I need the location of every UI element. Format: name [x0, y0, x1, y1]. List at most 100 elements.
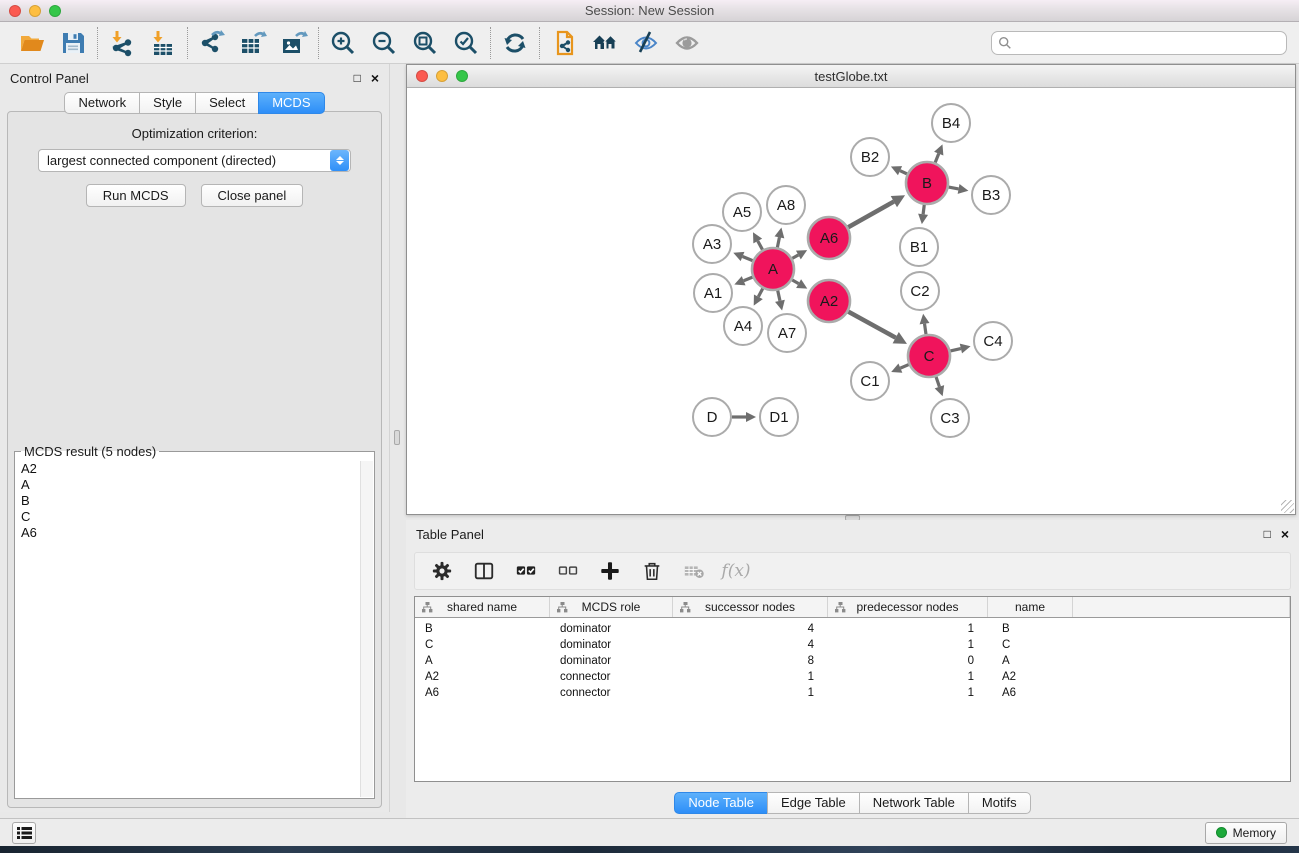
graph-node-label: A: [768, 261, 778, 278]
graph-edge-A-A3[interactable]: [743, 257, 753, 261]
close-panel-button[interactable]: Close panel: [201, 184, 304, 207]
memory-button[interactable]: Memory: [1205, 822, 1287, 844]
result-item[interactable]: B: [21, 493, 360, 509]
graph-node-label: B4: [942, 115, 960, 132]
result-scrollbar[interactable]: [360, 461, 373, 797]
column-type-icon: [680, 602, 691, 613]
desktop-wallpaper-strip: [0, 846, 1299, 853]
table-row[interactable]: A2connector11A2: [415, 669, 1290, 685]
graph-edge-C-C3[interactable]: [936, 377, 939, 387]
table-settings-gear-icon[interactable]: [429, 558, 455, 584]
open-folder-icon[interactable]: [16, 27, 48, 59]
tab-edge-table[interactable]: Edge Table: [767, 792, 860, 814]
graph-node-label: A1: [704, 285, 722, 302]
table-row[interactable]: Adominator80A: [415, 653, 1290, 669]
graph-edge-A2-C[interactable]: [848, 312, 895, 338]
network-view-window: testGlobe.txt B4B2BB3A5A8A6A3AB1A1C2A2A4…: [406, 64, 1296, 515]
graph-edge-B-B1[interactable]: [923, 205, 924, 214]
graph-node-label: C1: [860, 373, 879, 390]
show-column-icon[interactable]: [471, 558, 497, 584]
zoom-out-icon[interactable]: [368, 27, 400, 59]
close-panel-icon[interactable]: ×: [371, 71, 379, 85]
table-toolbar: f(x): [414, 552, 1291, 590]
zoom-in-icon[interactable]: [327, 27, 359, 59]
tab-network[interactable]: Network: [64, 92, 140, 114]
table-row[interactable]: Cdominator41C: [415, 637, 1290, 653]
import-table-icon[interactable]: [147, 27, 179, 59]
table-row[interactable]: Bdominator41B: [415, 621, 1290, 637]
graph-edge-A-A7[interactable]: [778, 290, 780, 300]
tab-node-table[interactable]: Node Table: [674, 792, 768, 814]
graph-edge-C-C4[interactable]: [950, 349, 960, 351]
graph-edge-B-B4[interactable]: [935, 154, 939, 163]
graph-node-label: A8: [777, 197, 795, 214]
export-table-icon[interactable]: [237, 27, 269, 59]
column-header-mcds-role[interactable]: MCDS role: [550, 597, 673, 617]
zoom-selected-icon[interactable]: [450, 27, 482, 59]
graph-node-label: C4: [983, 333, 1002, 350]
graph-edge-A-A5[interactable]: [758, 241, 763, 250]
vertical-splitter-grip[interactable]: [394, 430, 400, 445]
graph-edge-B-B3[interactable]: [949, 187, 959, 189]
delete-table-icon[interactable]: [681, 558, 707, 584]
result-item[interactable]: C: [21, 509, 360, 525]
zoom-fit-icon[interactable]: [409, 27, 441, 59]
new-network-from-selection-icon[interactable]: [548, 27, 580, 59]
search-input[interactable]: [1016, 36, 1280, 50]
export-network-icon[interactable]: [196, 27, 228, 59]
function-builder-button[interactable]: f(x): [723, 558, 749, 584]
graph-node-label: C3: [940, 410, 959, 427]
node-table-body: Bdominator41BCdominator41CAdominator80AA…: [415, 621, 1290, 701]
column-header-predecessor-nodes[interactable]: predecessor nodes: [828, 597, 988, 617]
tab-mcds[interactable]: MCDS: [258, 92, 324, 114]
graph-edge-C-C2[interactable]: [925, 324, 926, 335]
graph-edge-A-A8[interactable]: [777, 237, 779, 247]
column-header-shared-name[interactable]: shared name: [415, 597, 550, 617]
save-icon[interactable]: [57, 27, 89, 59]
delete-column-trash-icon[interactable]: [639, 558, 665, 584]
search-field[interactable]: [991, 31, 1287, 55]
mcds-tab-content: Optimization criterion: largest connecte…: [7, 111, 382, 808]
tab-motifs[interactable]: Motifs: [968, 792, 1031, 814]
tab-select[interactable]: Select: [195, 92, 259, 114]
resize-grip-icon[interactable]: [1281, 500, 1294, 513]
status-bar: Memory: [0, 818, 1299, 846]
graph-edge-B-B2[interactable]: [900, 171, 907, 174]
graph-edge-A-A2[interactable]: [792, 280, 799, 284]
tab-style[interactable]: Style: [139, 92, 196, 114]
main-toolbar: [0, 22, 1299, 64]
table-tabs: Node Table Edge Table Network Table Moti…: [406, 792, 1299, 814]
show-details-icon[interactable]: [671, 27, 703, 59]
column-header-name[interactable]: name: [988, 597, 1073, 617]
result-item[interactable]: A2: [21, 461, 360, 477]
float-panel-icon[interactable]: □: [354, 72, 361, 84]
home-icon[interactable]: [589, 27, 621, 59]
graph-edge-A-A4[interactable]: [758, 288, 762, 296]
network-graph[interactable]: B4B2BB3A5A8A6A3AB1A1C2A2A4A7C4CC1C3DD1: [407, 88, 1295, 514]
table-float-icon[interactable]: □: [1264, 528, 1271, 540]
tab-network-table[interactable]: Network Table: [859, 792, 969, 814]
fx-label: f(x): [721, 561, 750, 581]
network-canvas[interactable]: B4B2BB3A5A8A6A3AB1A1C2A2A4A7C4CC1C3DD1: [407, 88, 1295, 514]
result-item[interactable]: A6: [21, 525, 360, 541]
deselect-all-icon[interactable]: [555, 558, 581, 584]
result-item[interactable]: A: [21, 477, 360, 493]
graph-edge-A-A1[interactable]: [744, 277, 753, 281]
task-history-button[interactable]: [12, 822, 36, 844]
criterion-dropdown[interactable]: largest connected component (directed): [38, 149, 351, 172]
export-image-icon[interactable]: [278, 27, 310, 59]
table-row[interactable]: A6connector11A6: [415, 685, 1290, 701]
add-column-icon[interactable]: [597, 558, 623, 584]
graph-edge-A-A6[interactable]: [792, 255, 798, 258]
refresh-icon[interactable]: [499, 27, 531, 59]
graph-edge-C-C1[interactable]: [900, 365, 908, 369]
hide-details-icon[interactable]: [630, 27, 662, 59]
graph-node-label: D: [707, 409, 718, 426]
table-panel: Table Panel □ ×: [406, 520, 1299, 818]
graph-edge-A6-B[interactable]: [848, 202, 894, 228]
column-header-successor-nodes[interactable]: successor nodes: [673, 597, 828, 617]
run-mcds-button[interactable]: Run MCDS: [86, 184, 186, 207]
import-network-icon[interactable]: [106, 27, 138, 59]
select-all-icon[interactable]: [513, 558, 539, 584]
table-close-icon[interactable]: ×: [1281, 527, 1289, 541]
